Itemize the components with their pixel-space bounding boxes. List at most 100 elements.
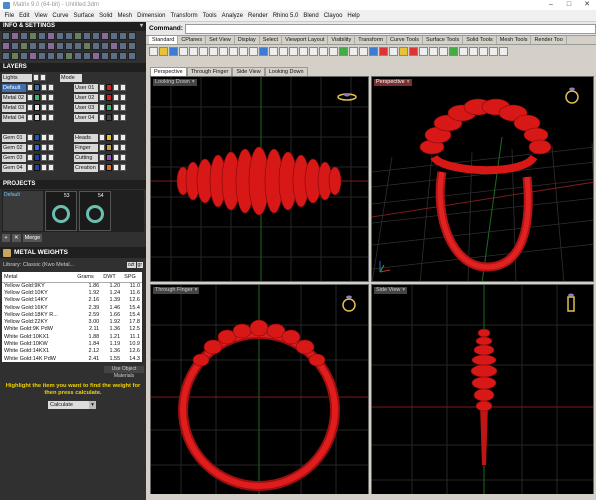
- tool-icon[interactable]: [29, 42, 37, 50]
- use-object-materials-button[interactable]: Use Object Materials: [104, 366, 144, 379]
- minimize-button[interactable]: –: [542, 0, 560, 10]
- viewport-through-finger[interactable]: Through Finger ▾: [150, 284, 369, 498]
- tool-icon[interactable]: [92, 42, 100, 50]
- project-thumbnail[interactable]: 54: [79, 191, 111, 231]
- layer-color-swatch[interactable]: [34, 104, 40, 111]
- mode-dropdown[interactable]: Mode: [60, 73, 82, 82]
- unit-ozt-button[interactable]: ozt: [126, 262, 136, 268]
- remove-project-button[interactable]: ✕: [12, 234, 21, 242]
- layer-color-swatch[interactable]: [106, 94, 112, 101]
- table-row[interactable]: White Gold:9K PdW 2.11 1.36 12.5: [2, 326, 142, 333]
- layer-visible-toggle[interactable]: [27, 154, 33, 161]
- layer-row[interactable]: Cutting: [74, 153, 144, 162]
- menu-item-help[interactable]: Help: [345, 13, 362, 19]
- help-icon[interactable]: [449, 46, 458, 56]
- tool-icon[interactable]: [38, 42, 46, 50]
- layer-material-toggle[interactable]: [120, 114, 126, 121]
- toolbar-tab-mesh-tools[interactable]: Mesh Tools: [497, 36, 532, 44]
- tool-icon[interactable]: [110, 32, 118, 40]
- layer-material-toggle[interactable]: [120, 164, 126, 171]
- tool-icon[interactable]: [11, 42, 19, 50]
- add-project-button[interactable]: +: [2, 234, 10, 242]
- open-file-icon[interactable]: [159, 46, 168, 56]
- wireframe-icon[interactable]: [359, 46, 368, 56]
- tool-icon[interactable]: [74, 42, 82, 50]
- tool-icon[interactable]: [38, 32, 46, 40]
- layer-name[interactable]: User 04: [74, 113, 98, 122]
- project-thumbnail[interactable]: 53: [45, 191, 77, 231]
- material-icon[interactable]: [409, 46, 418, 56]
- layer-lock-toggle[interactable]: [113, 164, 119, 171]
- viewport-label[interactable]: Through Finger ▾: [153, 287, 200, 294]
- layer-color-swatch[interactable]: [34, 164, 40, 171]
- column-header-dwt[interactable]: DWT: [101, 272, 123, 283]
- unit-gr-button[interactable]: gr: [136, 262, 143, 268]
- osnap-icon[interactable]: [489, 46, 498, 56]
- tool-icon[interactable]: [110, 42, 118, 50]
- zoom-window-icon[interactable]: [289, 46, 298, 56]
- tool-icon[interactable]: [83, 32, 91, 40]
- table-row[interactable]: Yellow Gold:22KY 3.00 1.92 17.8: [2, 318, 142, 325]
- tool-icon[interactable]: [83, 52, 91, 60]
- menu-item-transform[interactable]: Transform: [168, 13, 200, 19]
- toolbar-tab-solid-tools[interactable]: Solid Tools: [463, 36, 497, 44]
- zoom-icon[interactable]: [279, 46, 288, 56]
- close-button[interactable]: ✕: [578, 0, 596, 10]
- layer-row[interactable]: Metal 03: [2, 103, 72, 112]
- tool-icon[interactable]: [128, 52, 136, 60]
- layer-color-swatch[interactable]: [106, 164, 112, 171]
- layer-row[interactable]: Finger: [74, 143, 144, 152]
- paste-icon[interactable]: [229, 46, 238, 56]
- layer-lock-toggle[interactable]: [41, 104, 47, 111]
- layer-name[interactable]: Gem 04: [2, 163, 26, 172]
- layer-visible-toggle[interactable]: [27, 104, 33, 111]
- toolbar-tab-transform[interactable]: Transform: [355, 36, 388, 44]
- tool-icon[interactable]: [56, 52, 64, 60]
- menu-item-dimension[interactable]: Dimension: [135, 13, 168, 19]
- redo-icon[interactable]: [249, 46, 258, 56]
- calculate-dropdown[interactable]: Calculate ▾: [48, 401, 96, 410]
- shaded-icon[interactable]: [369, 46, 378, 56]
- options-icon[interactable]: [439, 46, 448, 56]
- table-row[interactable]: White Gold:14K PdW 2.41 1.55 14.3: [2, 355, 142, 362]
- tool-icon[interactable]: [83, 42, 91, 50]
- layer-row[interactable]: Metal 04: [2, 113, 72, 122]
- toolbar-tab-viewport-layout[interactable]: Viewport Layout: [282, 36, 329, 44]
- layer-visible-toggle[interactable]: [27, 114, 33, 121]
- layer-visible-toggle[interactable]: [99, 114, 105, 121]
- rotate-view-icon[interactable]: [269, 46, 278, 56]
- viewport-looking-down[interactable]: Looking Down ▾: [150, 76, 369, 282]
- viewport-perspective[interactable]: Perspective ▾: [371, 76, 594, 282]
- toolbar-tab-surface-tools[interactable]: Surface Tools: [423, 36, 464, 44]
- layer-name[interactable]: Finger: [74, 143, 98, 152]
- table-row[interactable]: Yellow Gold:9KY 1.86 1.20 11.0: [2, 282, 142, 289]
- viewport-label[interactable]: Perspective ▾: [374, 79, 412, 86]
- layer-visible-toggle[interactable]: [99, 154, 105, 161]
- export-icon[interactable]: [199, 46, 208, 56]
- layer-color-swatch[interactable]: [106, 154, 112, 161]
- tool-icon[interactable]: [101, 42, 109, 50]
- tool-icon[interactable]: [65, 42, 73, 50]
- tool-icon[interactable]: [128, 32, 136, 40]
- grid-snap-icon[interactable]: [459, 46, 468, 56]
- layer-material-toggle[interactable]: [48, 94, 54, 101]
- layer-row[interactable]: User 01: [74, 83, 144, 92]
- save-icon[interactable]: [169, 46, 178, 56]
- tool-icon[interactable]: [47, 32, 55, 40]
- layer-visible-toggle[interactable]: [27, 84, 33, 91]
- menu-item-solid[interactable]: Solid: [97, 13, 115, 19]
- layer-row[interactable]: Default: [2, 83, 72, 92]
- layer-name[interactable]: User 02: [74, 93, 98, 102]
- layer-color-swatch[interactable]: [34, 94, 40, 101]
- menu-item-curve[interactable]: Curve: [50, 13, 71, 19]
- collapse-icon[interactable]: ▾: [140, 22, 143, 31]
- planar-icon[interactable]: [479, 46, 488, 56]
- tool-icon[interactable]: [11, 52, 19, 60]
- layer-visible-toggle[interactable]: [27, 134, 33, 141]
- menu-item-clayoo[interactable]: Clayoo: [321, 13, 345, 19]
- tool-icon[interactable]: [47, 42, 55, 50]
- tool-icon[interactable]: [128, 42, 136, 50]
- layer-color-swatch[interactable]: [34, 154, 40, 161]
- layer-name[interactable]: Creation: [74, 163, 98, 172]
- layer-material-toggle[interactable]: [48, 144, 54, 151]
